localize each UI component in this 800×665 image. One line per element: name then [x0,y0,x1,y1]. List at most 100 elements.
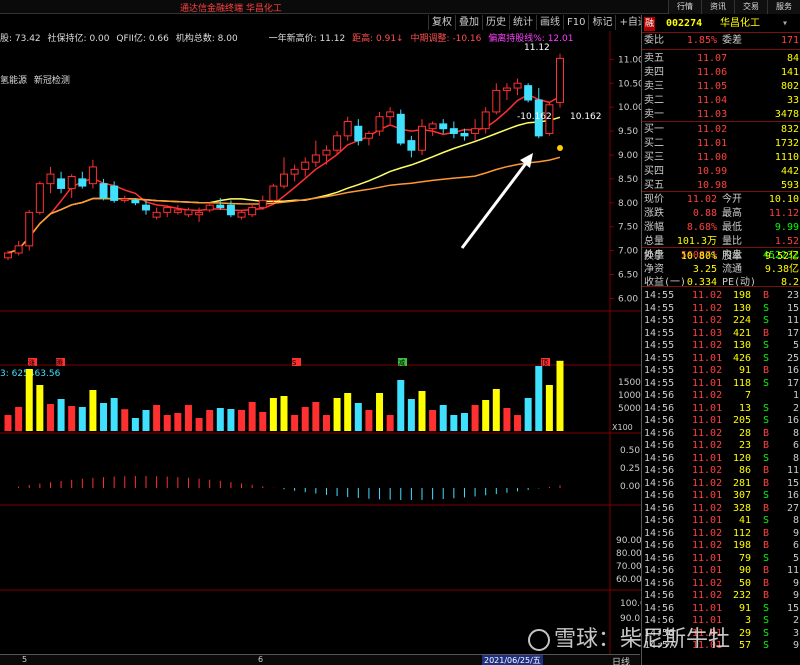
quote-row: 买三 11.00 1110 [642,151,800,165]
menu-trade[interactable]: 交易 [734,0,767,14]
candle-body [142,204,150,211]
volume-bar [36,385,44,431]
bid-price: 11.00 [697,152,728,163]
quote-row: 卖四 11.06 141 [642,66,800,80]
volume-bar [407,399,415,431]
candle-body [311,154,320,163]
price-tick-label: 6.50 [618,271,638,281]
stat-value: 3.25 [692,264,717,275]
volume-bar [354,403,362,431]
candle-body [25,211,34,247]
candle-body [14,245,23,254]
chevron-down-icon[interactable]: ▾ [782,17,788,31]
volume-bar [333,398,341,431]
candle-body [343,121,352,137]
quote-value: 10.10 [768,194,799,205]
stat-value: 0.334 [686,277,717,288]
quote-row: 现价 11.02 今开 10.10 [642,193,800,207]
candle-body [290,168,299,175]
candle-body [449,128,458,134]
candle-body [386,111,395,118]
candle-body [120,198,129,201]
candle-body [131,199,140,204]
volume-bar [429,410,437,431]
volume-bar [121,409,129,431]
volume-bar [365,410,373,431]
price-tick-label: 9.00 [618,151,638,161]
volume-bar [15,407,23,431]
webi-label: 委比 [644,35,664,46]
volume-bar [503,408,511,431]
volume-bar [184,405,192,431]
indicator-marker-label: S [292,359,297,367]
candle-body [46,173,55,185]
price-tick-label: 10.00 [618,103,641,113]
stat-label: 流通 [722,264,742,275]
stat-value: 8.2 [780,277,799,288]
ask-price: 11.07 [697,53,728,64]
volume-bar [25,369,33,431]
candle-body [35,183,44,213]
candle-body [439,123,448,130]
volume-bar [301,407,309,431]
price-tick-label: 7.00 [618,247,638,257]
indicator-marker-label: 腾 [56,358,63,367]
stat-label: 收益(一) [644,277,687,288]
candle-body [152,211,161,218]
volume-tick-label: 5000 [618,404,641,414]
bid-volume: 1110 [774,152,799,163]
watermark: 雪球：柴尼斯牛牡 [528,621,730,653]
candle-body [248,207,257,216]
bid-price: 11.02 [697,124,728,135]
volume-bar [259,412,267,431]
candle-body [333,135,342,151]
bid-label: 买一 [644,124,664,135]
bid-price: 10.99 [697,166,728,177]
quote-value: 0.88 [692,208,717,219]
volume-bar [545,385,553,431]
volume-bar [163,415,171,431]
quote-label: 涨幅 [644,222,664,233]
volume-bar [312,402,320,431]
candle-body [375,116,384,132]
volume-bar [492,389,500,431]
price-tick-label: 10.50 [618,79,641,89]
stat-value: 10.80% [680,251,717,262]
price-tick-label: 7.50 [618,223,638,233]
menu-news[interactable]: 资讯 [701,0,734,14]
period-label[interactable]: 日线 [612,655,630,665]
volume-bar [238,410,246,431]
quote-row: 卖一 11.03 3478 [642,108,800,122]
candle-body [460,132,469,137]
ask-volume: 84 [786,53,799,64]
volume-bar [100,403,108,431]
divider [642,49,800,50]
candle-body [216,204,225,209]
ask-label: 卖一 [644,109,664,120]
volume-bar [68,406,76,431]
candle-body [471,128,480,134]
volume-bar [344,393,352,431]
kline-chart[interactable]: 11.00 10.50 10.00 9.50 9.00 8.50 8.00 7.50 7.00 6… [0,0,641,654]
quote-label: 今开 [722,194,742,205]
quote-row: 换手 10.80% 股本 9.52亿 [642,250,800,264]
volume-bar [195,418,203,431]
price-tick-label: 8.00 [618,199,638,209]
menu-service[interactable]: 服务 [767,0,800,14]
candle-body [226,204,235,216]
menu-quotes[interactable]: 行情 [668,0,701,14]
candle-body [195,211,204,216]
bid-volume: 442 [780,166,799,177]
indicator-marker-label: 顶 [541,359,548,367]
divider [642,247,800,248]
quote-label: 现价 [644,194,664,205]
volume-bar [450,415,458,431]
candle-body [322,149,331,156]
low-annotation: 10.162 [570,112,602,122]
rsi-tick-label: 100.0 [620,599,641,609]
bid-volume: 1732 [774,138,799,149]
high-annotation: 11.12 [524,43,550,53]
date-label: 2021/06/25/五 [482,655,543,665]
candle-body [57,178,66,189]
volume-bar [439,405,447,431]
